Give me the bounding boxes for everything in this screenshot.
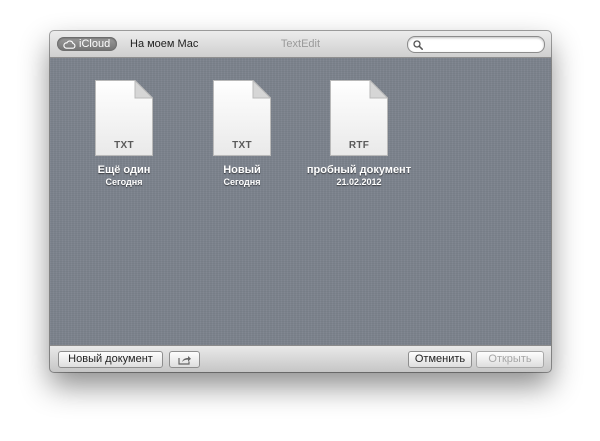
search-field[interactable] bbox=[407, 36, 545, 53]
document-item[interactable]: TXT Новый Сегодня bbox=[182, 80, 302, 187]
document-item[interactable]: RTF пробный документ 21.02.2012 bbox=[299, 80, 419, 187]
share-arrow-icon bbox=[177, 355, 191, 365]
open-button[interactable]: Открыть bbox=[476, 351, 544, 368]
search-icon bbox=[413, 39, 423, 50]
open-dialog-window: iCloud На моем Mac TextEdit TXT Ещё один… bbox=[50, 31, 551, 372]
titlebar: iCloud На моем Mac TextEdit bbox=[50, 31, 551, 58]
document-type-label: TXT bbox=[114, 140, 134, 151]
icloud-label: iCloud bbox=[79, 38, 111, 50]
document-item[interactable]: TXT Ещё один Сегодня bbox=[64, 80, 184, 187]
document-browser: TXT Ещё один Сегодня TXT Новый Сегодня R… bbox=[50, 58, 551, 345]
cancel-button[interactable]: Отменить bbox=[408, 351, 472, 368]
document-date: Сегодня bbox=[223, 177, 261, 187]
icloud-button[interactable]: iCloud bbox=[57, 37, 118, 51]
search-input[interactable] bbox=[426, 39, 536, 50]
document-date: 21.02.2012 bbox=[336, 177, 382, 187]
document-name: Новый bbox=[223, 164, 261, 176]
cloud-icon bbox=[63, 39, 76, 49]
new-document-button[interactable]: Новый документ bbox=[58, 351, 163, 368]
document-name: пробный документ bbox=[306, 164, 412, 176]
document-name: Ещё один bbox=[97, 164, 151, 176]
document-icon: TXT bbox=[95, 80, 153, 156]
document-type-label: TXT bbox=[232, 140, 252, 151]
bottom-toolbar: Новый документ Отменить Открыть bbox=[50, 345, 551, 372]
document-date: Сегодня bbox=[105, 177, 143, 187]
share-button[interactable] bbox=[169, 351, 200, 368]
document-icon: TXT bbox=[213, 80, 271, 156]
on-my-mac-button[interactable]: На моем Mac bbox=[130, 37, 198, 51]
document-type-label: RTF bbox=[348, 140, 370, 151]
document-icon: RTF bbox=[330, 80, 388, 156]
